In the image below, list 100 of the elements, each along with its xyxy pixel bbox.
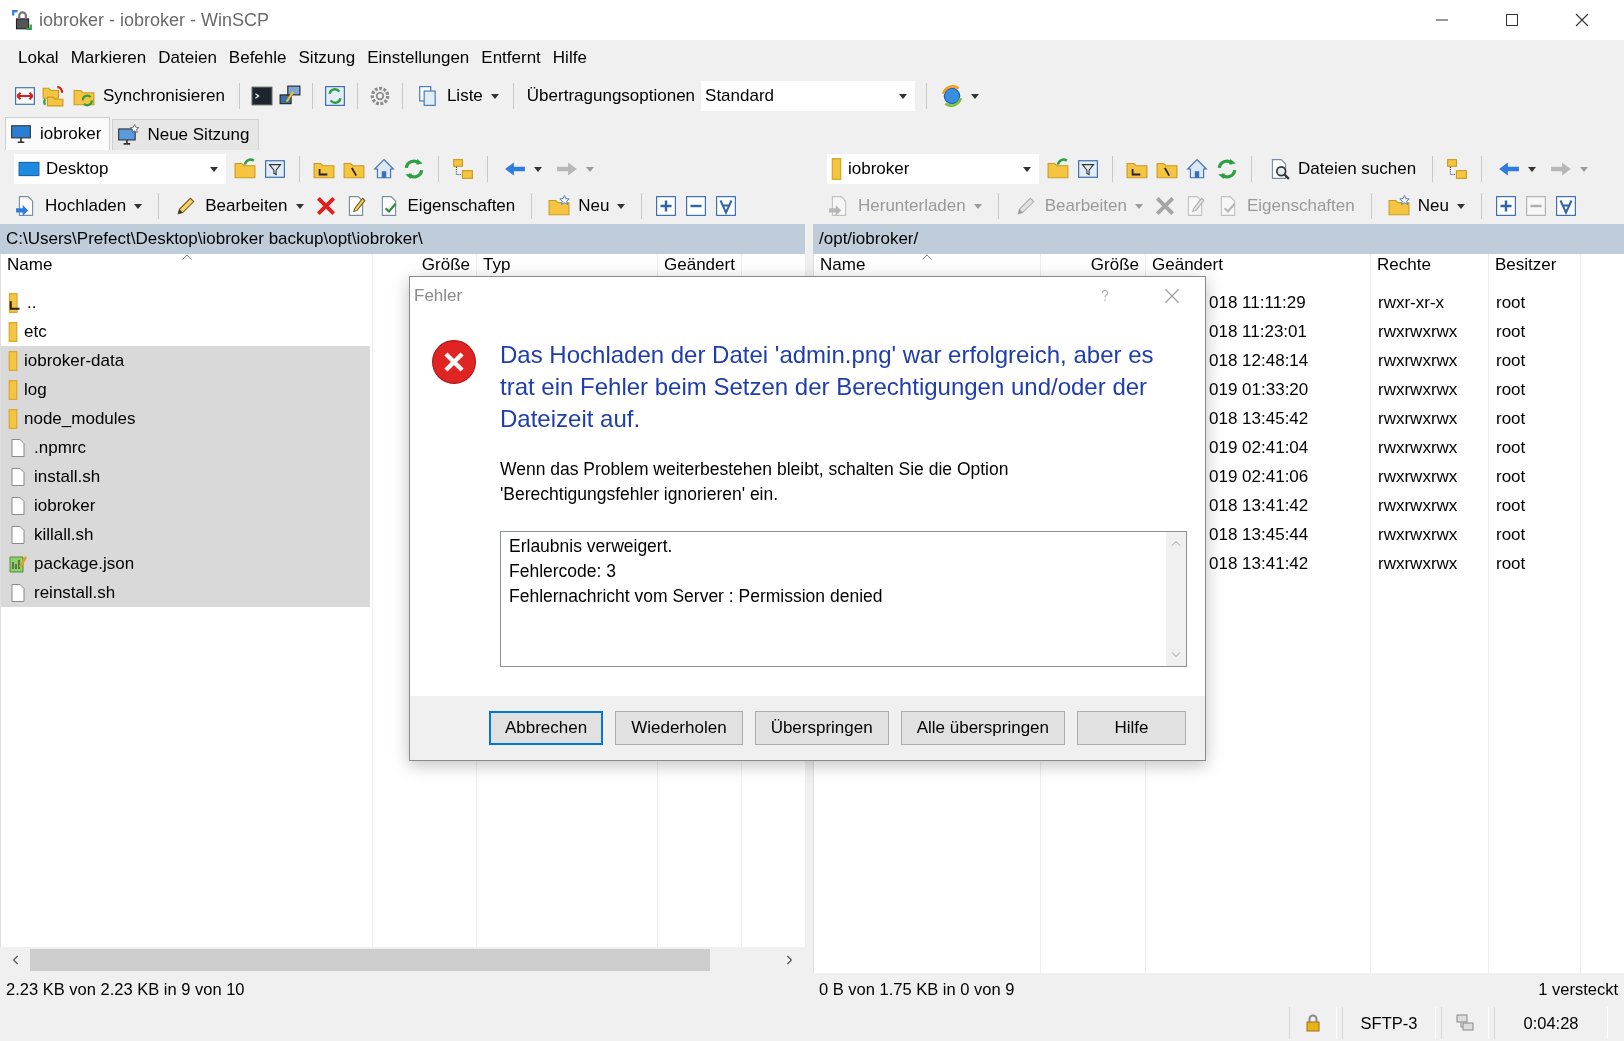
properties-button[interactable]: Eigenschaften bbox=[374, 193, 519, 219]
column-header[interactable]: Typ bbox=[483, 256, 511, 274]
home-icon[interactable] bbox=[373, 158, 395, 180]
edit-button[interactable]: Bearbeiten bbox=[172, 193, 307, 219]
refresh-icon[interactable] bbox=[403, 158, 425, 180]
table-cell: root bbox=[1496, 408, 1526, 429]
table-cell: 018 13:45:42 bbox=[1209, 408, 1309, 429]
file-row[interactable]: package.json bbox=[1, 549, 370, 578]
open-folder-icon[interactable] bbox=[234, 158, 256, 180]
delete-icon[interactable] bbox=[314, 195, 337, 217]
new-button[interactable]: Neu bbox=[1384, 193, 1468, 219]
caret-icon[interactable] bbox=[295, 203, 304, 209]
dialog-button[interactable]: Hilfe bbox=[1077, 711, 1186, 745]
menu-item[interactable]: Einstellungen bbox=[361, 48, 476, 68]
file-row[interactable]: iobroker-data bbox=[1, 346, 370, 375]
new-folder-icon[interactable] bbox=[548, 195, 571, 217]
column-header[interactable]: Größe bbox=[421, 256, 470, 274]
pages-icon[interactable] bbox=[416, 85, 439, 107]
table-cell: rwxrwxrwx bbox=[1378, 408, 1458, 429]
open-folder-icon[interactable] bbox=[1047, 158, 1069, 180]
details-field[interactable]: Erlaubnis verweigert. Fehlercode: 3 Fehlernachricht vom Server : Permission denied bbox=[500, 531, 1187, 667]
transfer-select[interactable]: Standard bbox=[701, 81, 916, 111]
dialog-button[interactable]: Alle überspringen bbox=[900, 711, 1065, 745]
caret-icon[interactable] bbox=[534, 166, 542, 172]
home-icon[interactable] bbox=[1186, 158, 1208, 180]
caret-icon[interactable] bbox=[1456, 203, 1465, 209]
column-header[interactable]: Name bbox=[7, 256, 53, 274]
upload-button[interactable]: Hochladen bbox=[12, 193, 146, 219]
arrows-icon[interactable] bbox=[14, 85, 36, 107]
plus-icon[interactable] bbox=[655, 195, 678, 217]
menu-item[interactable]: Lokal bbox=[12, 48, 65, 68]
monitor-icon[interactable] bbox=[10, 123, 32, 145]
monitors-icon[interactable] bbox=[278, 85, 301, 107]
file-icon bbox=[8, 582, 28, 603]
find-files-button[interactable]: Dateien suchen bbox=[1265, 156, 1420, 182]
caret-icon[interactable] bbox=[1023, 166, 1031, 172]
file-row[interactable]: .. bbox=[1, 288, 370, 317]
caret-icon[interactable] bbox=[210, 166, 218, 172]
error-icon bbox=[431, 339, 477, 385]
refresh-icon[interactable] bbox=[1216, 158, 1238, 180]
settings-icon[interactable] bbox=[368, 85, 391, 107]
column-header[interactable]: Name bbox=[820, 256, 866, 274]
tree-icon[interactable] bbox=[452, 158, 474, 180]
location-select[interactable]: iobroker bbox=[827, 154, 1039, 184]
file-row[interactable]: .npmrc bbox=[1, 433, 370, 462]
file-row[interactable]: etc bbox=[1, 317, 370, 346]
new-folder-icon[interactable] bbox=[1387, 195, 1410, 217]
column-header[interactable]: Geändert bbox=[1152, 256, 1223, 274]
globe-icon[interactable] bbox=[941, 85, 964, 107]
caret-icon[interactable] bbox=[1528, 166, 1537, 172]
menu-item[interactable]: Sitzung bbox=[292, 48, 362, 68]
transfer-label: Übertragungsoptionen bbox=[526, 86, 696, 106]
caret-icon[interactable] bbox=[899, 93, 908, 99]
terminal-icon[interactable] bbox=[250, 85, 273, 107]
file-row[interactable]: killall.sh bbox=[1, 520, 370, 549]
folders-icon[interactable] bbox=[42, 85, 64, 107]
menu-item[interactable]: Dateien bbox=[152, 48, 223, 68]
caret-icon[interactable] bbox=[134, 203, 143, 209]
dialog-button[interactable]: Überspringen bbox=[754, 711, 889, 745]
caret-icon[interactable] bbox=[971, 93, 980, 99]
minus-icon[interactable] bbox=[685, 195, 708, 217]
session-tab[interactable]: iobroker bbox=[5, 117, 111, 150]
column-header[interactable]: Größe bbox=[1090, 256, 1139, 274]
file-row[interactable]: install.sh bbox=[1, 462, 370, 491]
table-cell: rwxrwxrwx bbox=[1378, 350, 1458, 371]
file-name: iobroker-data bbox=[24, 350, 125, 371]
table-cell: root bbox=[1496, 524, 1526, 545]
select-filter-icon[interactable] bbox=[715, 195, 738, 217]
column-header[interactable]: Rechte bbox=[1377, 256, 1431, 274]
new-button[interactable]: Neu bbox=[545, 193, 629, 219]
menu-item[interactable]: Hilfe bbox=[546, 48, 593, 68]
location-select[interactable]: Desktop bbox=[14, 154, 226, 184]
table-cell: 019 01:33:20 bbox=[1209, 379, 1309, 400]
table-cell: rwxr-xr-x bbox=[1378, 292, 1445, 313]
file-row[interactable]: node_modules bbox=[1, 404, 370, 433]
plus-icon[interactable] bbox=[1494, 195, 1517, 217]
pencil-icon[interactable] bbox=[175, 195, 198, 217]
scrollbar-thumb[interactable] bbox=[30, 949, 710, 971]
caret-icon[interactable] bbox=[490, 93, 499, 99]
dialog-button[interactable]: Wiederholen bbox=[615, 711, 743, 745]
file-row[interactable]: log bbox=[1, 375, 370, 404]
select-filter-icon[interactable] bbox=[1554, 195, 1577, 217]
new-monitor-icon[interactable] bbox=[117, 124, 140, 146]
view-button[interactable]: Liste bbox=[413, 83, 502, 109]
menu-item[interactable]: Entfernt bbox=[475, 48, 547, 68]
dialog-button[interactable]: Abbrechen bbox=[488, 711, 604, 745]
file-row[interactable]: iobroker bbox=[1, 491, 370, 520]
table-cell: root bbox=[1496, 437, 1526, 458]
menu-item[interactable]: Befehle bbox=[222, 48, 293, 68]
sync-icon[interactable] bbox=[323, 85, 346, 107]
session-tab[interactable]: Neue Sitzung bbox=[112, 119, 259, 150]
column-header[interactable]: Geändert bbox=[664, 256, 735, 274]
tree-icon[interactable] bbox=[1446, 158, 1469, 180]
column-header[interactable]: Besitzer bbox=[1495, 256, 1557, 274]
filter-icon[interactable] bbox=[1077, 158, 1099, 180]
menu-item[interactable]: Markieren bbox=[64, 48, 153, 68]
file-row[interactable]: reinstall.sh bbox=[1, 578, 370, 607]
filter-icon[interactable] bbox=[264, 158, 286, 180]
synchronize-button[interactable]: Synchronisieren bbox=[70, 83, 228, 109]
caret-icon[interactable] bbox=[617, 203, 626, 209]
